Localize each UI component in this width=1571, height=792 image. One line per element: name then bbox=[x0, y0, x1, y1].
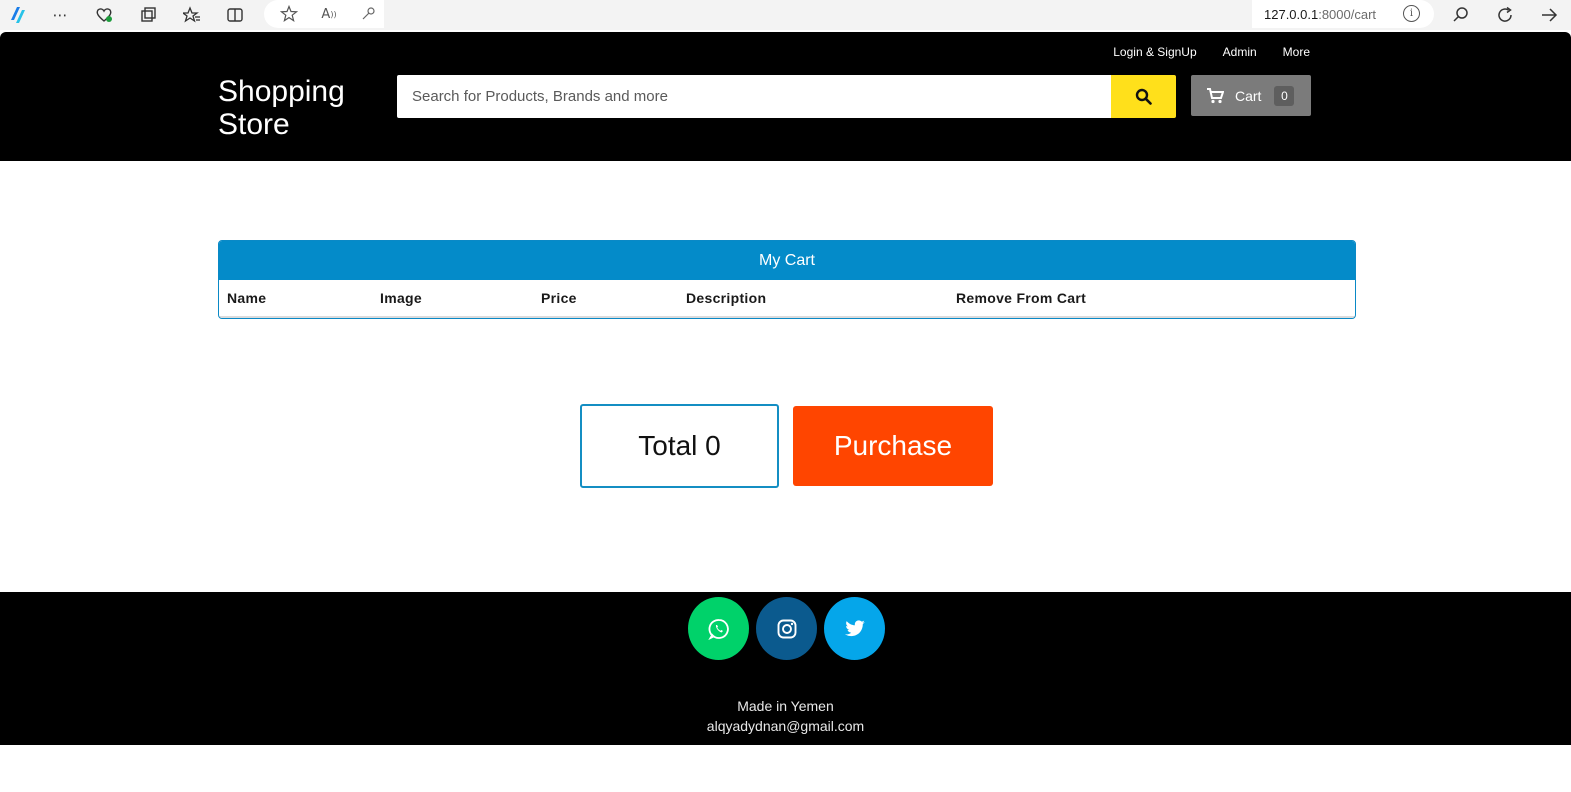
zoom-search-icon[interactable] bbox=[1448, 3, 1474, 27]
refresh-icon[interactable] bbox=[1492, 3, 1518, 27]
address-bar-left[interactable]: A)) bbox=[264, 0, 384, 28]
site-footer: Made in Yemen alqyadydnan@gmail.com bbox=[0, 592, 1571, 745]
search-button[interactable] bbox=[1111, 75, 1176, 118]
cart-total: Total 0 bbox=[580, 404, 779, 488]
cart-table-header-row: Name Image Price Description Remove From… bbox=[219, 280, 1355, 318]
split-screen-icon[interactable] bbox=[222, 3, 248, 27]
favorite-star-icon[interactable] bbox=[276, 2, 302, 26]
top-nav: Login & SignUp Admin More bbox=[1087, 45, 1310, 59]
cart-table: Name Image Price Description Remove From… bbox=[219, 280, 1355, 318]
footer-made-in: Made in Yemen bbox=[737, 698, 834, 714]
footer-email[interactable]: alqyadydnan@gmail.com bbox=[0, 718, 1571, 734]
admin-link[interactable]: Admin bbox=[1223, 45, 1257, 59]
info-icon[interactable]: i bbox=[1403, 5, 1420, 22]
forward-arrow-icon[interactable] bbox=[1536, 3, 1562, 27]
twitter-icon bbox=[844, 619, 865, 636]
login-signup-link[interactable]: Login & SignUp bbox=[1113, 45, 1196, 59]
instagram-icon bbox=[777, 619, 796, 638]
collections-icon[interactable] bbox=[135, 3, 161, 27]
url-host: 127.0.0.1 bbox=[1264, 6, 1319, 22]
whatsapp-icon bbox=[707, 618, 729, 640]
site-header: Login & SignUp Admin More Shopping Store… bbox=[0, 32, 1571, 161]
twitter-link[interactable] bbox=[824, 597, 885, 660]
copilot-icon[interactable] bbox=[5, 3, 31, 27]
cart-count-badge: 0 bbox=[1274, 85, 1295, 106]
cart-button[interactable]: Cart 0 bbox=[1191, 75, 1311, 116]
cart-label: Cart bbox=[1235, 87, 1262, 104]
search-icon bbox=[1135, 88, 1152, 105]
column-header-image: Image bbox=[372, 280, 533, 318]
more-options-icon[interactable]: ⋯ bbox=[47, 3, 73, 27]
address-bar-url[interactable]: 127.0.0.1:8000/cart i bbox=[1252, 0, 1434, 28]
browser-toolbar: ⋯ A)) 127.0.0.1:8000/cart i bbox=[0, 0, 1571, 30]
key-icon[interactable] bbox=[356, 2, 382, 26]
more-link[interactable]: More bbox=[1283, 45, 1310, 59]
brand-logo[interactable]: Shopping Store bbox=[218, 75, 378, 141]
column-header-description: Description bbox=[678, 280, 948, 318]
browser-essentials-icon[interactable] bbox=[91, 3, 117, 27]
cart-panel-title: My Cart bbox=[219, 241, 1355, 280]
url-path: :8000/cart bbox=[1318, 6, 1377, 22]
instagram-link[interactable] bbox=[756, 597, 817, 660]
shopping-cart-icon bbox=[1207, 87, 1224, 103]
cart-panel: My Cart Name Image Price Description Rem… bbox=[218, 240, 1356, 319]
read-aloud-icon[interactable]: A)) bbox=[316, 2, 342, 26]
search-input[interactable] bbox=[397, 75, 1111, 118]
brand-line-2: Store bbox=[218, 108, 290, 141]
purchase-button[interactable]: Purchase bbox=[793, 406, 993, 486]
favorites-icon[interactable] bbox=[179, 3, 205, 27]
column-header-remove: Remove From Cart bbox=[948, 280, 1355, 318]
brand-line-1: Shopping bbox=[218, 75, 345, 108]
column-header-price: Price bbox=[533, 280, 678, 318]
whatsapp-link[interactable] bbox=[688, 597, 749, 660]
column-header-name: Name bbox=[219, 280, 372, 318]
